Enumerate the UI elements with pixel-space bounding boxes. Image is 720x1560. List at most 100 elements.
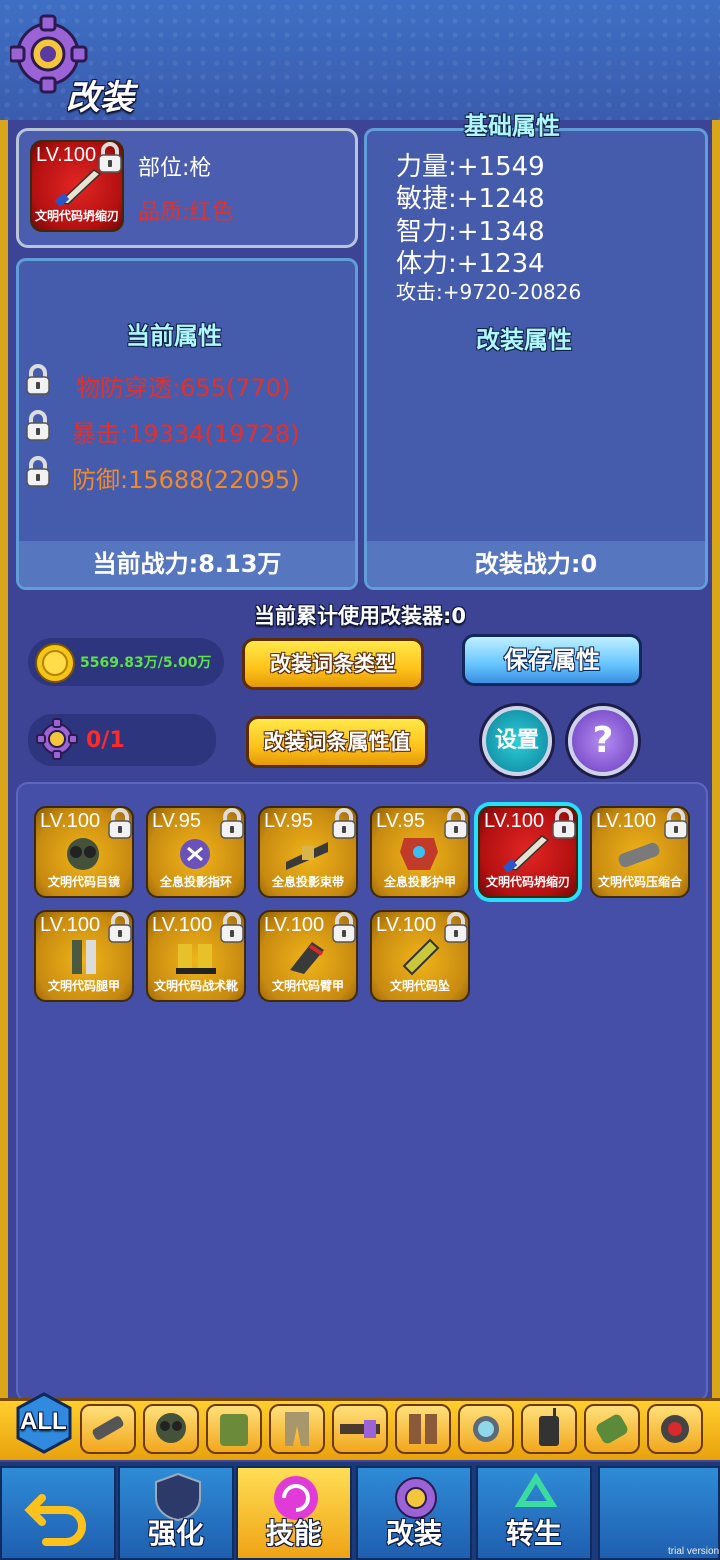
radio-icon xyxy=(539,1408,559,1446)
filter-belt-button[interactable] xyxy=(332,1404,388,1454)
item-level: LV.100 xyxy=(376,914,437,936)
lock-icon xyxy=(26,456,50,487)
filter-all-label: ALL xyxy=(20,1408,67,1435)
lock-icon xyxy=(332,808,356,839)
slot-label: 部位:枪 xyxy=(138,156,212,181)
inventory-item[interactable]: LV.100 文明代码压缩合 xyxy=(590,806,690,898)
lock-icon xyxy=(26,364,50,395)
nav-skill[interactable]: 技能 xyxy=(236,1466,352,1560)
modifier-count: 0/1 xyxy=(86,728,125,753)
current-attr-3: 防御:15688(22095) xyxy=(72,466,300,494)
filter-boots-button[interactable] xyxy=(395,1404,451,1454)
item-level: LV.100 xyxy=(484,810,545,832)
item-level: LV.100 xyxy=(264,914,325,936)
ring-icon xyxy=(180,839,210,869)
nav-modify-label: 改装 xyxy=(385,1517,442,1550)
base-attributes-title: 基础属性 xyxy=(464,112,560,140)
current-attributes-title: 当前属性 xyxy=(126,322,222,350)
filter-all-button[interactable]: ALL xyxy=(16,1392,72,1454)
mod-attributes-title: 改装属性 xyxy=(476,326,572,354)
scope-icon xyxy=(661,1415,689,1443)
item-level: LV.100 xyxy=(40,914,101,936)
mod-type-button[interactable]: 改装词条类型 xyxy=(242,638,424,690)
filter-scope-button[interactable] xyxy=(647,1404,703,1454)
filter-vest-button[interactable] xyxy=(206,1404,262,1454)
inventory-item[interactable]: LV.95 全息投影指环 xyxy=(146,806,246,898)
nav-rebirth-label: 转生 xyxy=(505,1517,562,1550)
inventory-item[interactable]: LV.100 文明代码目镜 xyxy=(34,806,134,898)
help-button[interactable]: ? xyxy=(568,706,638,776)
inventory-item[interactable]: LV.100 文明代码腿甲 xyxy=(34,910,134,1002)
item-name: 全息投影指环 xyxy=(159,875,232,889)
lock-toggle-2[interactable] xyxy=(24,410,52,446)
watermark-text: trial version xyxy=(668,1546,720,1557)
page-title: 改装 xyxy=(66,78,134,118)
gear-icon xyxy=(36,718,78,760)
inventory-item[interactable]: LV.95 全息投影护甲 xyxy=(370,806,470,898)
item-level: LV.100 xyxy=(596,810,657,832)
current-power: 当前战力:8.13万 xyxy=(19,541,355,587)
lock-icon xyxy=(664,808,688,839)
coin-count: 5569.83万/5.00万 xyxy=(80,655,212,671)
nav-enhance[interactable]: 强化 xyxy=(118,1466,234,1560)
item-level: LV.95 xyxy=(152,810,201,832)
item-name: 文明代码压缩合 xyxy=(597,875,682,889)
nav-modify[interactable]: 改装 xyxy=(356,1466,472,1560)
item-name: 文明代码坍缩刃 xyxy=(34,209,119,223)
lock-toggle-1[interactable] xyxy=(24,364,52,400)
gun-icon xyxy=(92,1416,124,1440)
filter-gadget-button[interactable] xyxy=(584,1404,640,1454)
lock-icon xyxy=(108,808,132,839)
save-attributes-button[interactable]: 保存属性 xyxy=(462,634,642,686)
inventory-item-selected[interactable]: LV.100 文明代码坍缩刃 xyxy=(478,806,578,898)
lock-icon xyxy=(444,912,468,943)
coin-icon xyxy=(35,643,75,683)
inventory-item[interactable]: LV.100 文明代码战术靴 xyxy=(146,910,246,1002)
gadget-icon xyxy=(596,1414,628,1444)
current-attr-1: 物防穿透:655(770) xyxy=(76,374,291,402)
item-name: 文明代码战术靴 xyxy=(153,979,238,993)
attr-attack: 攻击:+9720-20826 xyxy=(396,280,582,304)
item-level: LV.100 xyxy=(40,810,101,832)
inventory-item[interactable]: LV.100 文明代码坠 xyxy=(370,910,470,1002)
filter-pants-button[interactable] xyxy=(269,1404,325,1454)
filter-mask-button[interactable] xyxy=(143,1404,199,1454)
item-level: LV.95 xyxy=(376,810,425,832)
item-name: 文明代码坠 xyxy=(389,979,450,993)
back-button[interactable] xyxy=(0,1466,116,1560)
mod-value-button[interactable]: 改装词条属性值 xyxy=(246,716,428,768)
nav-skill-label: 技能 xyxy=(265,1517,322,1550)
filter-weapon-button[interactable] xyxy=(80,1404,136,1454)
item-name: 文明代码坍缩刃 xyxy=(485,875,570,889)
gauntlet-icon xyxy=(290,942,324,974)
item-level: LV.95 xyxy=(264,810,313,832)
item-level: LV.100 xyxy=(152,914,213,936)
lock-icon xyxy=(220,912,244,943)
usage-text: 当前累计使用改装器:0 xyxy=(254,604,467,628)
lock-icon xyxy=(444,808,468,839)
lock-icon xyxy=(26,410,50,441)
lock-icon xyxy=(98,142,122,173)
item-name: 文明代码腿甲 xyxy=(47,979,120,993)
lock-toggle-3[interactable] xyxy=(24,456,52,492)
current-attr-2: 暴击:19334(19728) xyxy=(72,420,300,448)
cannon-icon xyxy=(618,842,660,868)
selected-item-icon[interactable]: LV.100 文明代码坍缩刃 xyxy=(30,140,124,232)
inventory-item[interactable]: LV.100 文明代码臂甲 xyxy=(258,910,358,1002)
filter-watch-button[interactable] xyxy=(458,1404,514,1454)
filter-radio-button[interactable] xyxy=(521,1404,577,1454)
lock-icon xyxy=(108,912,132,943)
settings-button[interactable]: 设置 xyxy=(482,706,552,776)
belt-icon xyxy=(286,842,328,870)
boots-icon xyxy=(176,944,216,974)
mod-power: 改装战力:0 xyxy=(367,541,705,587)
belt-icon xyxy=(340,1420,380,1438)
pendant-icon xyxy=(402,938,440,976)
item-level: LV.100 xyxy=(36,144,97,166)
boots-icon xyxy=(409,1414,437,1444)
blade-icon xyxy=(502,835,550,872)
attr-stamina: 体力:+1234 xyxy=(396,249,545,279)
nav-rebirth[interactable]: 转生 xyxy=(476,1466,592,1560)
lock-icon xyxy=(332,912,356,943)
inventory-item[interactable]: LV.95 全息投影束带 xyxy=(258,806,358,898)
